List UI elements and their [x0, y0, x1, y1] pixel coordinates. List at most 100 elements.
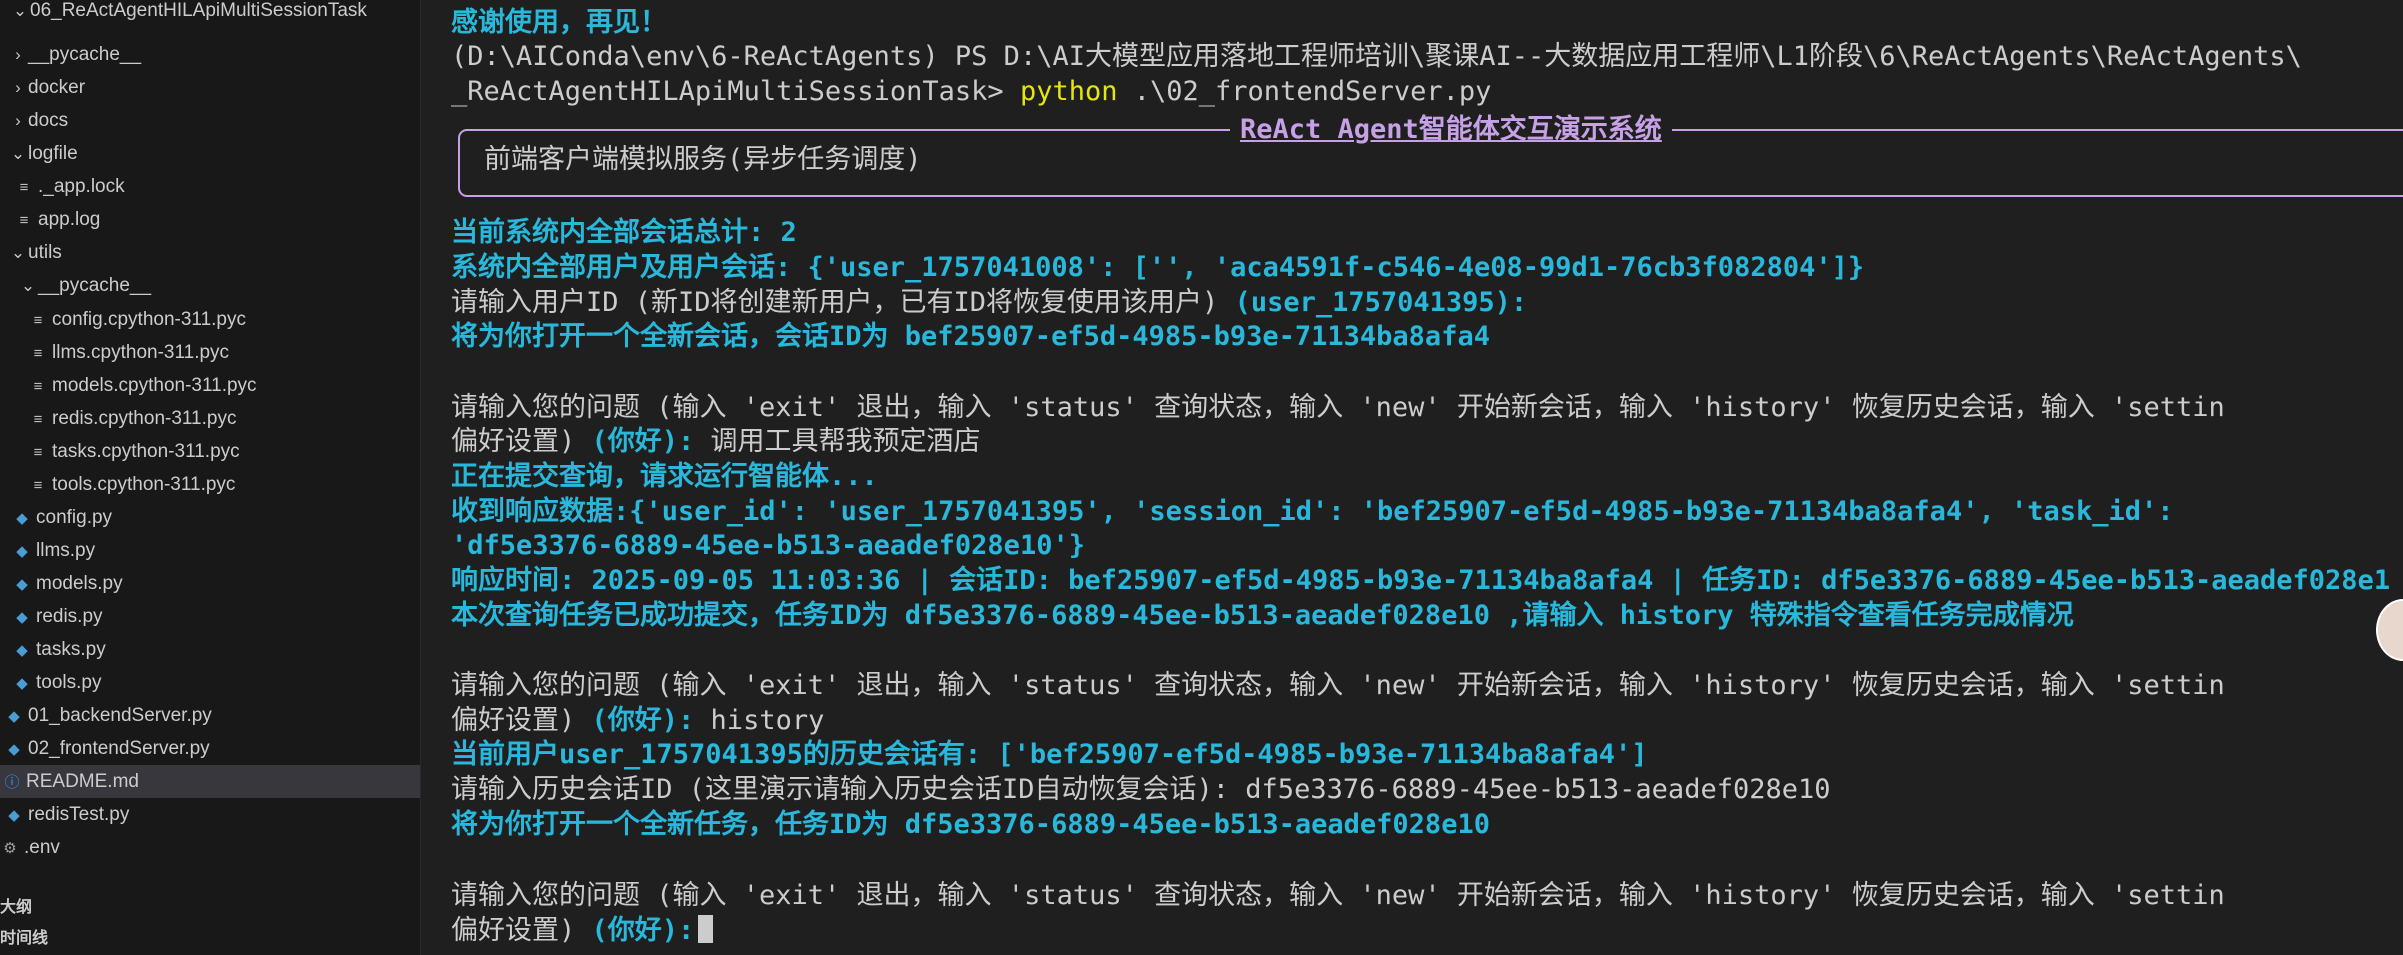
terminal-line-response-data: 收到响应数据:{'user_id': 'user_1757041395', 's… [451, 496, 2174, 527]
explorer-item[interactable]: ◆ tasks.py [0, 633, 420, 666]
chevron-down-icon: ⌄ [10, 243, 26, 262]
explorer-item[interactable]: ⚙ .env [0, 831, 420, 864]
explorer-item[interactable]: ≡ config.cpython-311.pyc [0, 303, 420, 336]
terminal-line-task-submitted: 本次查询任务已成功提交，任务ID为 df5e3376-6889-45ee-b51… [451, 600, 2074, 631]
explorer-item-label: 06_ReActAgentHILApiMultiSessionTask [30, 0, 367, 21]
terminal-line-response-data-cont: 'df5e3376-6889-45ee-b513-aeadef028e10'} [451, 530, 1085, 561]
explorer-item[interactable]: ◆ models.py [0, 567, 420, 600]
text-file-icon: ≡ [33, 312, 43, 329]
explorer-item[interactable]: › docs [0, 104, 420, 137]
explorer-item-label: ._app.lock [38, 176, 125, 197]
python-file-icon: ◆ [16, 675, 28, 692]
chevron-down-icon: ⌄ [20, 276, 36, 295]
text-file-icon: ≡ [33, 444, 43, 461]
outline-section-label[interactable]: 大纲 [0, 893, 32, 917]
explorer-item[interactable]: ≡ app.log [0, 203, 420, 236]
explorer-item-label: tasks.py [36, 639, 106, 660]
explorer-item[interactable]: ◆ config.py [0, 501, 420, 534]
explorer-item-label: docs [28, 110, 69, 131]
terminal-line-ask-history-id: 请输入历史会话ID (这里演示请输入历史会话ID自动恢复会话): df5e337… [451, 774, 1831, 805]
terminal-line-question-answer-3[interactable]: 偏好设置) (你好): [451, 914, 714, 948]
default-question-3: (你好): [591, 915, 695, 946]
panel-title: ReAct Agent智能体交互演示系统 [1230, 113, 1672, 147]
explorer-item[interactable]: ◆ redisTest.py [0, 798, 420, 831]
python-file-icon: ◆ [16, 609, 28, 626]
explorer-item[interactable]: ⌄ logfile [0, 137, 420, 170]
explorer-item[interactable]: ≡ llms.cpython-311.pyc [0, 336, 420, 369]
terminal-line-question-prompt-1: 请输入您的问题 (输入 'exit' 退出，输入 'status' 查询状态，输… [451, 392, 2225, 423]
timeline-section-label[interactable]: 时间线 [0, 924, 48, 948]
terminal-line-ask-user-id: 请输入用户ID (新ID将创建新用户，已有ID将恢复使用该用户) (user_1… [451, 286, 1527, 320]
terminal-command-arg: .\02_frontendServer.py [1133, 76, 1492, 107]
explorer-item-label: app.log [38, 209, 101, 230]
terminal-line-question-answer-2: 偏好设置) (你好): history [451, 704, 824, 738]
ask-user-id-text: 请输入用户ID (新ID将创建新用户，已有ID将恢复使用该用户) [451, 287, 1235, 318]
explorer-item[interactable]: ≡ tools.cpython-311.pyc [0, 468, 420, 501]
text-file-icon: ≡ [33, 477, 43, 494]
explorer-item[interactable]: ⌄ __pycache__ [0, 269, 420, 302]
terminal-line-goodbye: 感谢使用，再见！ [451, 7, 667, 38]
explorer-item-label: README.md [26, 771, 139, 792]
explorer-item-label: models.cpython-311.pyc [52, 375, 257, 396]
explorer-item[interactable]: ≡ redis.cpython-311.pyc [0, 402, 420, 435]
explorer-item-label: llms.py [36, 540, 96, 561]
explorer-item[interactable]: › __pycache__ [0, 38, 420, 71]
explorer-item[interactable]: › docker [0, 71, 420, 104]
explorer-item[interactable]: ◆ 01_backendServer.py [0, 699, 420, 732]
user-input-2: history [694, 705, 825, 736]
terminal-line-history-sessions: 当前用户user_1757041395的历史会话有: ['bef25907-ef… [451, 739, 1648, 770]
terminal-cursor[interactable] [698, 915, 714, 943]
terminal-command-python: python [1019, 76, 1118, 107]
python-file-icon: ◆ [8, 807, 20, 824]
text-file-icon: ≡ [33, 378, 43, 395]
default-user-id: (user_1757041395): [1234, 287, 1528, 318]
python-file-icon: ◆ [8, 708, 20, 725]
explorer-item-label: redis.py [36, 606, 103, 627]
question-prompt-cont-3: 偏好设置) [451, 915, 592, 946]
explorer-item-label: logfile [28, 143, 78, 164]
terminal-panel[interactable]: 感谢使用，再见！ (D:\AIConda\env\6-ReActAgents) … [421, 0, 2403, 955]
explorer-item[interactable]: ◆ redis.py [0, 600, 420, 633]
chevron-down-icon: ⌄ [12, 1, 28, 20]
explorer-item[interactable]: ≡ models.cpython-311.pyc [0, 369, 420, 402]
explorer-item[interactable]: ⓘ README.md [0, 765, 420, 798]
python-file-icon: ◆ [16, 510, 28, 527]
explorer-item[interactable]: ◆ llms.py [0, 534, 420, 567]
python-file-icon: ◆ [16, 543, 28, 560]
gear-icon: ⚙ [3, 840, 17, 857]
terminal-line-submitting: 正在提交查询，请求运行智能体... [451, 461, 878, 492]
explorer-item-label: redis.cpython-311.pyc [52, 408, 237, 429]
explorer-item-label: tools.cpython-311.pyc [52, 474, 236, 495]
explorer-item-label: tasks.cpython-311.pyc [52, 441, 240, 462]
explorer-item-label: tools.py [36, 672, 102, 693]
explorer-item[interactable]: ◆ 02_frontendServer.py [0, 732, 420, 765]
panel-subtitle: 前端客户端模拟服务(异步任务调度) [484, 144, 922, 175]
python-file-icon: ◆ [16, 576, 28, 593]
terminal-prompt-path: _ReActAgentHILApiMultiSessionTask> [451, 76, 1004, 107]
default-question-1: (你好): [591, 426, 695, 457]
explorer-item-label: docker [28, 77, 86, 98]
terminal-line-command: _ReActAgentHILApiMultiSessionTask> pytho… [451, 75, 1491, 109]
terminal-line-session-total: 当前系统内全部会话总计: 2 [451, 217, 797, 248]
chevron-right-icon: › [15, 111, 21, 130]
explorer-item-label: __pycache__ [28, 44, 142, 65]
explorer-sidebar: ⌄ 06_ReActAgentHILApiMultiSessionTask › __p… [0, 0, 421, 955]
title-panel: ReAct Agent智能体交互演示系统 前端客户端模拟服务(异步任务调度) [458, 113, 2403, 197]
question-prompt-cont-2: 偏好设置) [451, 705, 592, 736]
default-question-2: (你好): [591, 705, 695, 736]
explorer-item[interactable]: ⌄ utils [0, 236, 420, 269]
explorer-item[interactable]: ⌄ 06_ReActAgentHILApiMultiSessionTask [0, 0, 420, 27]
explorer-item-label: 01_backendServer.py [28, 705, 212, 726]
explorer-item[interactable]: ≡ tasks.cpython-311.pyc [0, 435, 420, 468]
python-file-icon: ◆ [16, 642, 28, 659]
explorer-item-label: redisTest.py [28, 804, 130, 825]
explorer-item[interactable]: ◆ tools.py [0, 666, 420, 699]
terminal-line-all-sessions: 系统内全部用户及用户会话: {'user_1757041008': ['', '… [451, 252, 1865, 283]
explorer-item[interactable]: ≡ ._app.lock [0, 170, 420, 203]
terminal-line-response-time: 响应时间: 2025-09-05 11:03:36 | 会话ID: bef259… [451, 565, 2391, 596]
text-file-icon: ≡ [33, 411, 43, 428]
terminal-line-open-session: 将为你打开一个全新会话，会话ID为 bef25907-ef5d-4985-b93… [451, 321, 1490, 352]
chevron-right-icon: › [15, 78, 21, 97]
text-file-icon: ≡ [19, 179, 29, 196]
explorer-item-label: config.cpython-311.pyc [52, 309, 246, 330]
